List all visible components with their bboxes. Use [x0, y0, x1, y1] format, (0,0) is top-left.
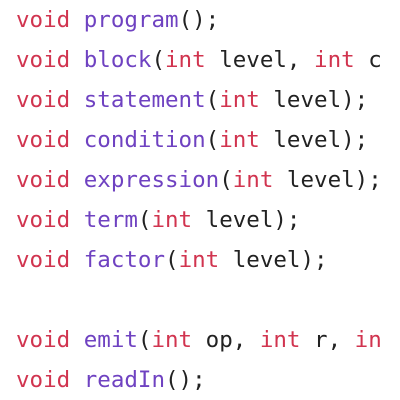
function-name-token: condition	[83, 127, 206, 153]
keyword-token: int	[178, 247, 220, 273]
code-line: void emit(int op, int r, in	[16, 320, 382, 360]
code-line: void program();	[16, 0, 219, 40]
code-line: void condition(int level);	[16, 120, 368, 160]
code-text-token: level,	[205, 47, 315, 73]
keyword-token: void	[16, 127, 71, 153]
keyword-token: void	[16, 47, 71, 73]
code-line: void readIn();	[16, 360, 206, 400]
function-name-token: block	[83, 47, 152, 73]
code-text-token: (	[219, 167, 233, 193]
code-text-token: level);	[219, 247, 328, 273]
keyword-token: void	[16, 167, 71, 193]
keyword-token: int	[151, 327, 193, 353]
function-name-token: statement	[83, 87, 206, 113]
code-text-token: r,	[300, 327, 355, 353]
code-text-token: ();	[165, 367, 206, 393]
code-text-token: level);	[259, 87, 369, 113]
keyword-token: int	[232, 167, 274, 193]
keyword-token: int	[259, 327, 301, 353]
code-text-token: op,	[192, 327, 260, 353]
code-text-token: c	[354, 47, 382, 73]
keyword-token: void	[16, 367, 71, 393]
code-text-token: (	[165, 247, 179, 273]
code-editor[interactable]: void program(); void block(int level, int…	[0, 0, 400, 400]
function-name-token: readIn	[83, 367, 166, 393]
function-name-token: factor	[83, 247, 166, 273]
keyword-token: void	[16, 7, 71, 33]
keyword-token: in	[354, 327, 382, 353]
keyword-token: void	[16, 247, 71, 273]
keyword-token: int	[151, 207, 193, 233]
code-line: void term(int level);	[16, 200, 300, 240]
code-line: void block(int level, int c	[16, 40, 382, 80]
keyword-token: void	[16, 327, 71, 353]
keyword-token: int	[219, 87, 260, 113]
code-line: void statement(int level);	[16, 80, 368, 120]
code-text-token: (	[151, 47, 166, 73]
keyword-token: void	[16, 87, 71, 113]
code-text-token: level);	[273, 167, 382, 193]
code-line: void expression(int level);	[16, 160, 382, 200]
code-text-token: (	[137, 207, 152, 233]
function-name-token: term	[83, 207, 138, 233]
code-text-token: ();	[178, 7, 220, 33]
function-name-token: emit	[83, 327, 138, 353]
function-name-token: expression	[83, 167, 220, 193]
keyword-token: void	[16, 207, 71, 233]
code-line: void factor(int level);	[16, 240, 328, 280]
function-name-token: program	[83, 7, 179, 33]
code-text-token: level);	[259, 127, 369, 153]
keyword-token: int	[165, 47, 206, 73]
keyword-token: int	[314, 47, 355, 73]
code-text-token: level);	[192, 207, 301, 233]
code-text-token: (	[137, 327, 152, 353]
code-text-token: (	[205, 87, 220, 113]
code-text-token: (	[205, 127, 220, 153]
keyword-token: int	[219, 127, 260, 153]
